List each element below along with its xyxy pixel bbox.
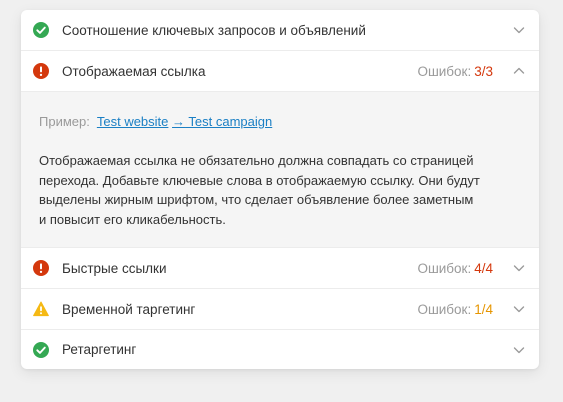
accordion-row-sitelinks[interactable]: Быстрые ссылки Ошибок: 4/4 [21, 248, 539, 289]
example-link-campaign[interactable]: → Test campaign [172, 114, 272, 129]
example-line: Пример: Test website → Test campaign [39, 114, 272, 129]
warning-triangle-icon [33, 301, 49, 317]
check-circle-icon [33, 342, 49, 358]
chevron-down-icon[interactable] [513, 303, 525, 315]
arrow-icon: → [172, 114, 186, 129]
example-label: Пример: [39, 114, 90, 129]
description-line: Отображаемая ссылка не обязательно должн… [39, 153, 474, 168]
errors-counter: Ошибок: 1/4 [417, 302, 493, 317]
section-title: Ретаргетинг [62, 342, 137, 357]
display-url-details: Пример: Test website → Test campaign Отоб… [21, 92, 539, 248]
chevron-down-icon[interactable] [513, 262, 525, 274]
accordion-row-display-url[interactable]: Отображаемая ссылка Ошибок: 3/3 [21, 51, 539, 92]
chevron-down-icon[interactable] [513, 24, 525, 36]
errors-label: Ошибок: [417, 260, 472, 276]
section-title: Соотношение ключевых запросов и объявлен… [62, 22, 366, 38]
errors-count: 4/4 [474, 260, 493, 276]
description-line: и повысит его кликабельность. [39, 211, 226, 227]
chevron-up-icon[interactable] [513, 65, 525, 77]
campaign-link-text: Test campaign [185, 114, 273, 129]
errors-label: Ошибок: [417, 63, 472, 79]
example-link-website[interactable]: Test website [97, 114, 169, 129]
accordion-row-retargeting[interactable]: Ретаргетинг [21, 330, 539, 369]
section-title: Отображаемая ссылка [62, 63, 206, 79]
errors-counter: Ошибок: 4/4 [417, 261, 493, 276]
section-title: Временной таргетинг [62, 301, 196, 317]
accordion-row-keywords[interactable]: Соотношение ключевых запросов и объявлен… [21, 10, 539, 51]
errors-label: Ошибок: [417, 301, 472, 317]
checks-accordion: Соотношение ключевых запросов и объявлен… [21, 10, 539, 369]
error-circle-icon [33, 63, 49, 79]
description-text: Отображаемая ссылка не обязательно должн… [39, 151, 499, 229]
chevron-down-icon[interactable] [513, 344, 525, 356]
errors-count: 1/4 [474, 301, 493, 317]
errors-count: 3/3 [474, 63, 493, 79]
section-title: Быстрые ссылки [62, 260, 167, 276]
check-circle-icon [33, 22, 49, 38]
description-line: перехода. Добавьте ключевые слова в отоб… [39, 172, 480, 188]
errors-counter: Ошибок: 3/3 [417, 64, 493, 79]
error-circle-icon [33, 260, 49, 276]
accordion-row-time-targeting[interactable]: Временной таргетинг Ошибок: 1/4 [21, 289, 539, 330]
description-line: выделены жирным шрифтом, что сделает объ… [39, 192, 474, 207]
